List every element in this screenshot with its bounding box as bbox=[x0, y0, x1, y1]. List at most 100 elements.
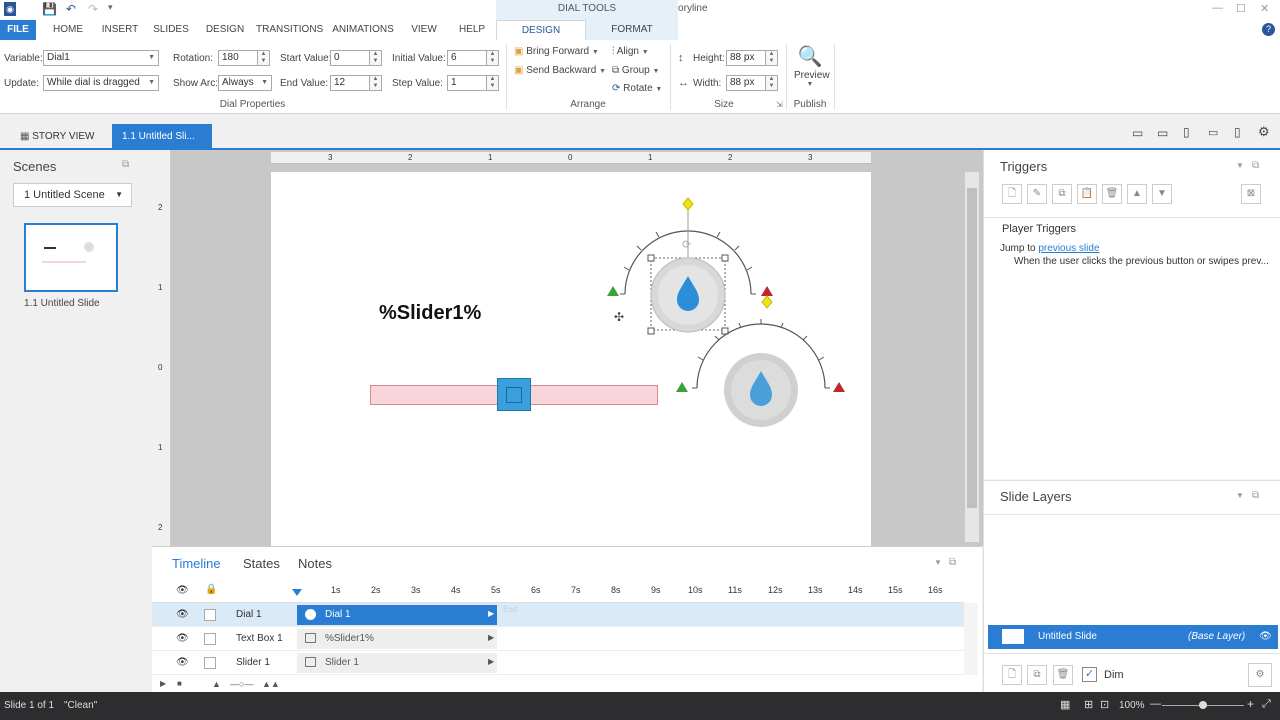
step-value-input[interactable]: 1 bbox=[447, 75, 487, 91]
slide-tab[interactable]: 1.1 Untitled Sli... bbox=[112, 124, 212, 150]
duplicate-layer-icon[interactable]: ⧉ bbox=[1027, 665, 1047, 685]
scrollbar-thumb[interactable] bbox=[967, 188, 977, 508]
tab-file[interactable]: FILE bbox=[0, 20, 36, 40]
timeline-bar[interactable]: %Slider1% bbox=[297, 629, 497, 649]
eye-icon[interactable]: 👁 bbox=[1259, 625, 1272, 649]
close-tab-icon[interactable]: ✕ bbox=[203, 123, 211, 134]
eye-icon[interactable]: 👁 bbox=[176, 609, 189, 620]
slider-thumb[interactable] bbox=[497, 378, 531, 411]
new-trigger-icon[interactable]: 🗋 bbox=[1002, 184, 1022, 204]
trigger-item[interactable]: Jump to previous slide bbox=[1000, 243, 1100, 254]
panel-restore-icon[interactable]: ⧉ bbox=[1252, 160, 1259, 171]
lock-checkbox[interactable] bbox=[204, 657, 216, 669]
maximize-icon[interactable]: ☐ bbox=[1236, 2, 1246, 15]
edit-trigger-icon[interactable]: ✎ bbox=[1027, 184, 1047, 204]
tab-view[interactable]: VIEW bbox=[404, 20, 444, 40]
panel-restore-icon[interactable]: ⧉ bbox=[949, 557, 956, 568]
zoom-in-icon[interactable]: ▲▲ bbox=[262, 679, 280, 689]
zoom-slider[interactable]: —○— bbox=[230, 679, 253, 689]
stop-icon[interactable]: ■ bbox=[177, 679, 182, 688]
new-layer-icon[interactable]: 🗋 bbox=[1002, 665, 1022, 685]
trigger-target-link[interactable]: previous slide bbox=[1038, 243, 1099, 254]
tab-states[interactable]: States bbox=[243, 556, 280, 571]
height-input[interactable]: 88 px bbox=[726, 50, 766, 66]
rotation-spinner[interactable]: ▲ ▼ bbox=[258, 50, 270, 66]
scene-dropdown[interactable]: 1 Untitled Scene ▼ bbox=[13, 183, 132, 207]
width-input[interactable]: 88 px bbox=[726, 75, 766, 91]
dials-graphic[interactable]: ⟳ ✣ bbox=[601, 192, 861, 452]
start-value-input[interactable]: 0 bbox=[330, 50, 370, 66]
height-spinner[interactable]: ▲ ▼ bbox=[766, 50, 778, 66]
phone-landscape-icon[interactable]: ▭ bbox=[1208, 126, 1218, 139]
tab-help[interactable]: HELP bbox=[452, 20, 492, 40]
base-layer-row[interactable]: Untitled Slide (Base Layer) 👁 bbox=[988, 625, 1278, 649]
timeline-row[interactable]: 👁 Text Box 1 %Slider1% ▶ bbox=[152, 627, 964, 651]
zoom-slider-thumb[interactable] bbox=[1199, 701, 1207, 709]
tab-home[interactable]: HOME bbox=[48, 20, 88, 40]
chevron-down-icon[interactable]: ▼ bbox=[934, 558, 942, 567]
tab-design[interactable]: DESIGN bbox=[202, 20, 248, 40]
lock-checkbox[interactable] bbox=[204, 633, 216, 645]
desktop-preview-icon[interactable]: ▭ bbox=[1132, 126, 1143, 140]
show-arc-dropdown[interactable]: Always ▼ bbox=[218, 75, 272, 91]
lock-checkbox[interactable] bbox=[204, 609, 216, 621]
close-icon[interactable]: ✕ bbox=[1260, 2, 1269, 15]
start-value-spinner[interactable]: ▲ ▼ bbox=[370, 50, 382, 66]
expand-arrow-icon[interactable]: ▶ bbox=[488, 609, 494, 618]
timeline-row[interactable]: 👁 Dial 1 Dial 1 ▶ End bbox=[152, 603, 964, 627]
tablet-portrait-icon[interactable]: ▯ bbox=[1183, 125, 1190, 139]
width-spinner[interactable]: ▲ ▼ bbox=[766, 75, 778, 91]
tab-timeline[interactable]: Timeline bbox=[172, 556, 221, 571]
rotation-input[interactable]: 180 bbox=[218, 50, 258, 66]
slide-canvas[interactable]: %Slider1% ⟳ ✣ bbox=[271, 172, 871, 546]
fit-window-icon[interactable]: ⤢ bbox=[1262, 698, 1271, 711]
tab-insert[interactable]: INSERT bbox=[98, 20, 142, 40]
normal-view-icon[interactable]: ▦ bbox=[1060, 698, 1070, 711]
move-down-icon[interactable]: ▼ bbox=[1152, 184, 1172, 204]
delete-trigger-icon[interactable]: 🗑 bbox=[1102, 184, 1122, 204]
variables-icon[interactable]: ⊠ bbox=[1241, 184, 1261, 204]
delete-layer-icon[interactable]: 🗑 bbox=[1053, 665, 1073, 685]
move-up-icon[interactable]: ▲ bbox=[1127, 184, 1147, 204]
expand-arrow-icon[interactable]: ▶ bbox=[488, 633, 494, 642]
step-value-spinner[interactable]: ▲ ▼ bbox=[487, 75, 499, 91]
minimize-icon[interactable]: — bbox=[1212, 2, 1223, 14]
fit-view-icon[interactable]: ⊡ bbox=[1100, 698, 1109, 711]
group-button[interactable]: ⧉ Group ▼ bbox=[612, 65, 659, 76]
variable-dropdown[interactable]: Dial1 ▼ bbox=[43, 50, 159, 66]
help-icon[interactable]: ? bbox=[1262, 23, 1275, 36]
eye-icon[interactable]: 👁 bbox=[176, 657, 189, 668]
initial-value-input[interactable]: 6 bbox=[447, 50, 487, 66]
timeline-scrollbar[interactable] bbox=[964, 603, 978, 675]
initial-value-spinner[interactable]: ▲ ▼ bbox=[487, 50, 499, 66]
zoom-out-icon[interactable]: ▲ bbox=[212, 679, 221, 689]
panel-restore-icon[interactable]: ⧉ bbox=[122, 159, 129, 170]
align-button[interactable]: ⫶ Align ▼ bbox=[612, 46, 649, 57]
chevron-down-icon[interactable]: ▼ bbox=[1236, 161, 1244, 170]
play-icon[interactable]: ▶ bbox=[160, 679, 166, 688]
size-dialog-launcher-icon[interactable]: ⇲ bbox=[776, 100, 783, 109]
canvas-scrollbar[interactable] bbox=[965, 172, 979, 542]
end-value-spinner[interactable]: ▲ ▼ bbox=[370, 75, 382, 91]
eye-icon[interactable]: 👁 bbox=[176, 633, 189, 644]
tab-format[interactable]: FORMAT bbox=[586, 20, 678, 40]
bring-forward-button[interactable]: ▣ Bring Forward ▼ bbox=[514, 46, 599, 57]
slide-thumbnail[interactable] bbox=[24, 223, 118, 292]
tab-notes[interactable]: Notes bbox=[298, 556, 332, 571]
gear-icon[interactable]: ⚙ bbox=[1258, 124, 1270, 140]
grid-view-icon[interactable]: ⊞ bbox=[1084, 698, 1093, 711]
tab-transitions[interactable]: TRANSITIONS bbox=[256, 20, 323, 40]
expand-arrow-icon[interactable]: ▶ bbox=[488, 657, 494, 666]
tablet-landscape-icon[interactable]: ▭ bbox=[1157, 126, 1168, 140]
slider-variable-text[interactable]: %Slider1% bbox=[379, 302, 481, 325]
end-value-input[interactable]: 12 bbox=[330, 75, 370, 91]
preview-button[interactable]: 🔍 Preview ▼ bbox=[794, 44, 830, 94]
chevron-down-icon[interactable]: ▼ bbox=[1236, 491, 1244, 500]
send-backward-button[interactable]: ▣ Send Backward ▼ bbox=[514, 65, 606, 76]
zoom-in-icon[interactable]: + bbox=[1247, 697, 1254, 711]
gear-icon[interactable]: ⚙ bbox=[1248, 663, 1272, 687]
eye-icon[interactable]: 👁 bbox=[176, 585, 189, 596]
tab-animations[interactable]: ANIMATIONS bbox=[330, 20, 396, 40]
phone-portrait-icon[interactable]: ▯ bbox=[1234, 125, 1241, 139]
tab-dial-design[interactable]: DESIGN bbox=[496, 20, 586, 40]
